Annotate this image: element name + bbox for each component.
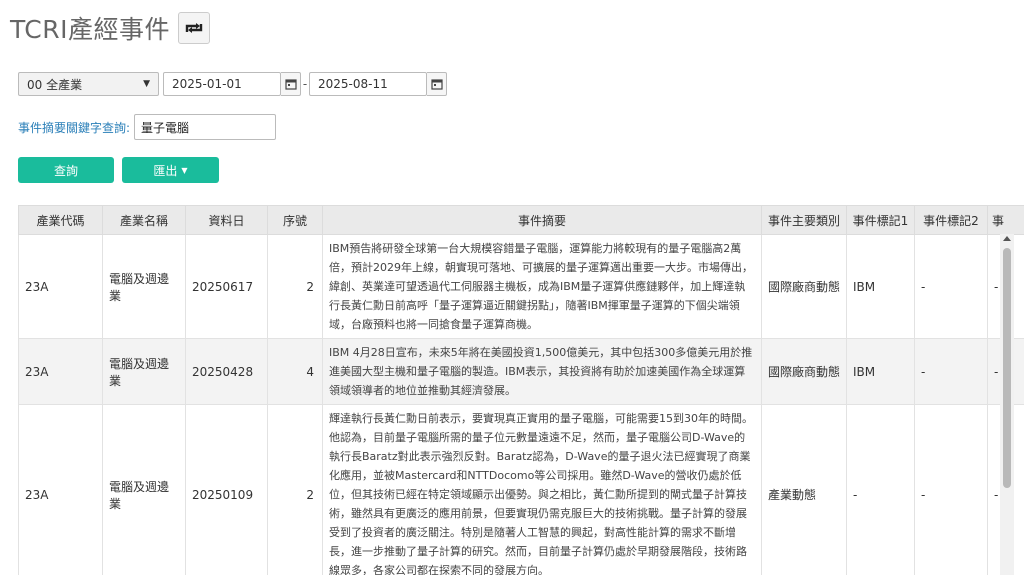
column-header-date[interactable]: 資料日: [185, 205, 268, 235]
industry-select-value: 00 全產業: [27, 77, 83, 92]
cell-industry-code: 23A: [18, 338, 103, 405]
column-header-summary[interactable]: 事件摘要: [322, 205, 762, 235]
cell-category: 國際廠商動態: [761, 234, 847, 339]
date-range-separator: -: [302, 77, 308, 91]
column-header-tag3[interactable]: 事: [987, 205, 1024, 235]
page-header: TCRI產經事件: [10, 8, 211, 48]
table-vertical-scrollbar[interactable]: [1000, 234, 1014, 575]
export-button-label: 匯出: [153, 163, 178, 178]
query-button[interactable]: 查詢: [18, 157, 114, 183]
cell-date: 20250617: [185, 234, 268, 339]
cell-industry-code: 23A: [18, 234, 103, 339]
cell-tag2: -: [914, 338, 988, 405]
cell-industry-code: 23A: [18, 404, 103, 575]
calendar-icon: [284, 79, 297, 90]
cell-tag1: IBM: [846, 234, 915, 339]
cell-industry-name: 電腦及週邊業: [102, 404, 186, 575]
cell-summary: IBM預告將研發全球第一台大規模容錯量子電腦，運算能力將較現有的量子電腦高2萬倍…: [322, 234, 762, 339]
query-button-label: 查詢: [53, 163, 78, 178]
date-from-input[interactable]: 2025-01-01: [163, 72, 281, 96]
cell-category: 國際廠商動態: [761, 338, 847, 405]
calendar-icon: [430, 79, 443, 90]
column-header-industry-name[interactable]: 產業名稱: [102, 205, 186, 235]
cell-summary: IBM 4月28日宣布，未來5年將在美國投資1,500億美元，其中包括300多億…: [322, 338, 762, 405]
cell-seq: 2: [267, 404, 323, 575]
date-to-input[interactable]: 2025-08-11: [309, 72, 427, 96]
caret-down-icon: ▼: [181, 165, 188, 175]
column-header-seq[interactable]: 序號: [267, 205, 323, 235]
cell-tag1: -: [846, 404, 915, 575]
column-header-industry-code[interactable]: 產業代碼: [18, 205, 103, 235]
scrollbar-thumb[interactable]: [1003, 248, 1011, 488]
cell-date: 20250109: [185, 404, 268, 575]
cell-seq: 4: [267, 338, 323, 405]
action-buttons: 查詢 匯出 ▼: [18, 157, 219, 183]
keyword-input[interactable]: 量子電腦: [134, 114, 277, 140]
column-header-tag2[interactable]: 事件標記2: [914, 205, 988, 235]
page-title: TCRI產經事件: [10, 15, 171, 44]
industry-select[interactable]: 00 全產業 ▼: [18, 72, 159, 96]
events-table: 產業代碼 產業名稱 資料日 序號 事件摘要 事件主要類別 事件標記1 事件標記2…: [18, 205, 1024, 575]
table-header-row: 產業代碼 產業名稱 資料日 序號 事件摘要 事件主要類別 事件標記1 事件標記2…: [18, 205, 1024, 235]
export-button[interactable]: 匯出 ▼: [122, 157, 219, 183]
refresh-button[interactable]: [178, 12, 211, 44]
cell-seq: 2: [267, 234, 323, 339]
events-table-container: 產業代碼 產業名稱 資料日 序號 事件摘要 事件主要類別 事件標記1 事件標記2…: [18, 205, 1024, 575]
cell-industry-name: 電腦及週邊業: [102, 234, 186, 339]
keyword-row: 事件摘要關鍵字查詢: 量子電腦: [18, 114, 277, 140]
swap-arrows-icon: [185, 23, 203, 33]
column-header-category[interactable]: 事件主要類別: [761, 205, 847, 235]
scroll-up-arrow-icon[interactable]: [1003, 236, 1011, 241]
cell-category: 產業動態: [761, 404, 847, 575]
cell-industry-name: 電腦及週邊業: [102, 338, 186, 405]
table-row[interactable]: 23A 電腦及週邊業 20250109 2 輝達執行長黃仁勳日前表示，要實現真正…: [18, 404, 1024, 575]
column-header-tag1[interactable]: 事件標記1: [846, 205, 915, 235]
date-to-calendar-button[interactable]: [427, 72, 447, 96]
cell-date: 20250428: [185, 338, 268, 405]
date-from-calendar-button[interactable]: [281, 72, 301, 96]
cell-summary: 輝達執行長黃仁勳日前表示，要實現真正實用的量子電腦，可能需要15到30年的時間。…: [322, 404, 762, 575]
filter-row: 00 全產業 ▼ 2025-01-01 - 2025-08-11: [18, 72, 447, 96]
table-row[interactable]: 23A 電腦及週邊業 20250428 4 IBM 4月28日宣布，未來5年將在…: [18, 338, 1024, 405]
keyword-label: 事件摘要關鍵字查詢:: [18, 120, 131, 135]
chevron-down-icon: ▼: [143, 79, 150, 89]
table-row[interactable]: 23A 電腦及週邊業 20250617 2 IBM預告將研發全球第一台大規模容錯…: [18, 234, 1024, 339]
cell-tag2: -: [914, 234, 988, 339]
cell-tag2: -: [914, 404, 988, 575]
cell-tag1: IBM: [846, 338, 915, 405]
